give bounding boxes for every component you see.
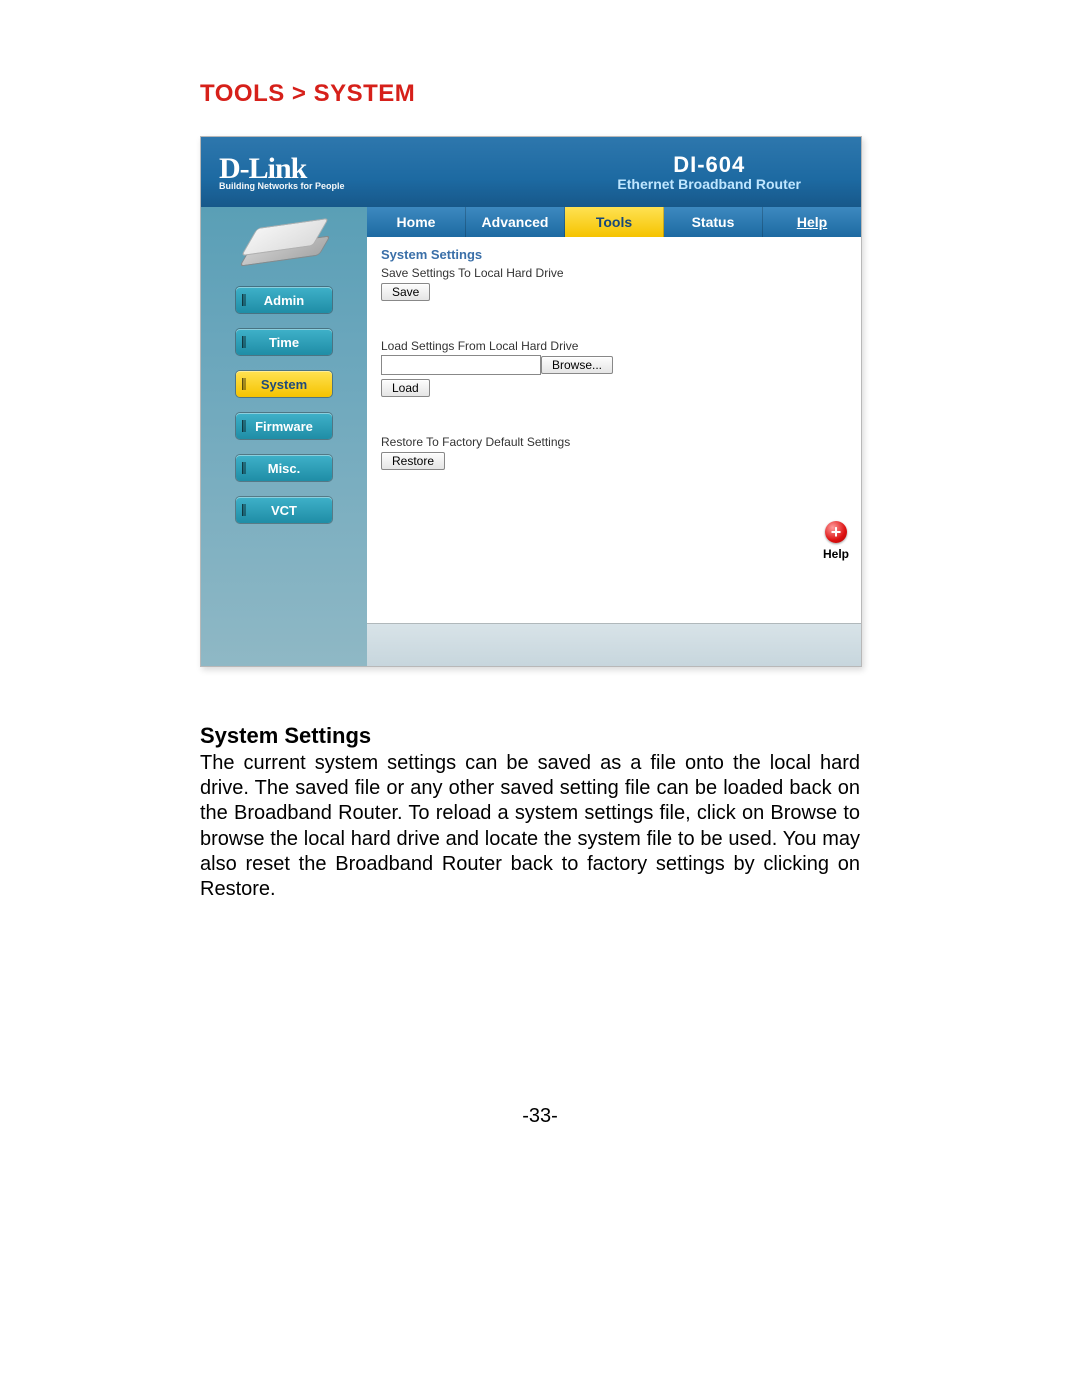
sidebar: Admin Time System Firmware Misc. VCT [201,207,367,666]
tab-help[interactable]: Help [763,207,861,237]
brand-logo: D-Link Building Networks for People [219,154,345,191]
breadcrumb: TOOLS > SYSTEM [200,80,880,108]
load-button[interactable]: Load [381,379,430,397]
logo-text: D-Link [219,154,345,184]
sidebar-item-time[interactable]: Time [236,329,332,355]
tab-advanced[interactable]: Advanced [466,207,565,237]
save-settings-label: Save Settings To Local Hard Drive [381,266,847,280]
restore-label: Restore To Factory Default Settings [381,435,847,449]
header-bar: D-Link Building Networks for People DI-6… [201,137,861,207]
section-heading: System Settings [381,247,847,262]
load-settings-label: Load Settings From Local Hard Drive [381,339,847,353]
tab-status[interactable]: Status [664,207,763,237]
description-body: The current system settings can be saved… [200,751,860,902]
sidebar-item-vct[interactable]: VCT [236,497,332,523]
save-button[interactable]: Save [381,283,430,301]
main-panel: Home Advanced Tools Status Help System S… [367,207,861,666]
tab-tools[interactable]: Tools [565,207,664,237]
device-illustration [239,219,329,265]
tab-home[interactable]: Home [367,207,466,237]
sidebar-item-admin[interactable]: Admin [236,287,332,313]
help-icon-label: Help [823,547,849,561]
file-path-input[interactable] [381,355,541,375]
description-heading: System Settings [200,723,880,749]
top-tabs: Home Advanced Tools Status Help [367,207,861,237]
help-action[interactable]: + Help [823,521,849,561]
sidebar-item-system[interactable]: System [236,371,332,397]
sidebar-item-misc[interactable]: Misc. [236,455,332,481]
help-icon[interactable]: + [825,521,847,543]
restore-button[interactable]: Restore [381,452,445,470]
sidebar-item-firmware[interactable]: Firmware [236,413,332,439]
product-model: DI-604 [617,154,801,176]
page-number: -33- [0,1105,1080,1128]
product-title: DI-604 Ethernet Broadband Router [617,154,801,191]
logo-tagline: Building Networks for People [219,182,345,191]
footer-strip [367,623,861,666]
router-admin-screenshot: D-Link Building Networks for People DI-6… [200,136,862,667]
browse-button[interactable]: Browse... [541,356,613,374]
product-subtitle: Ethernet Broadband Router [617,177,801,191]
content-area: System Settings Save Settings To Local H… [367,237,861,623]
